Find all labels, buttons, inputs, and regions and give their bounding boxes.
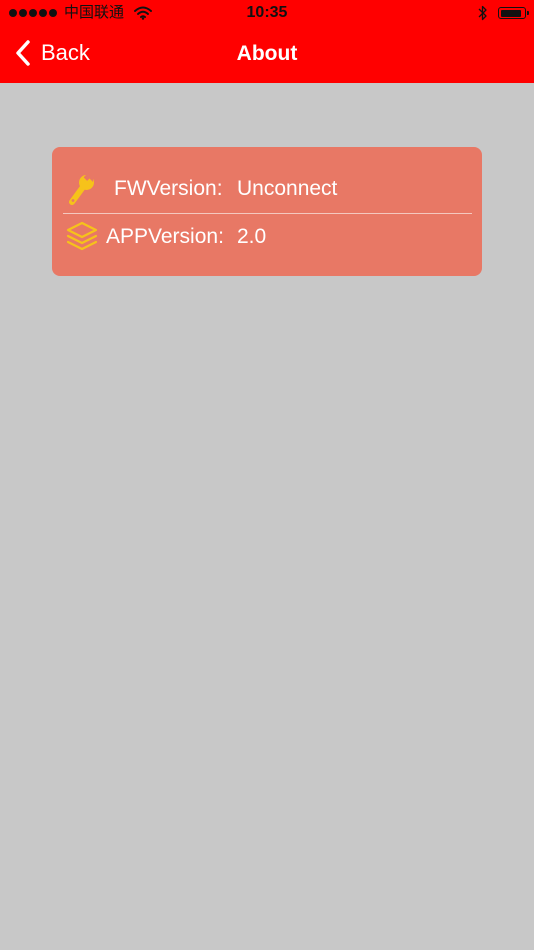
fw-version-value: Unconnect <box>237 177 338 200</box>
battery-icon <box>498 7 529 19</box>
layers-icon <box>66 221 98 251</box>
about-info-card: FWVersion: Unconnect APPVersion: 2.0 <box>52 147 482 276</box>
row-divider <box>63 213 472 214</box>
wrench-icon <box>69 173 94 205</box>
nav-bar: Back About <box>0 27 534 83</box>
fw-version-label: FWVersion: <box>114 177 223 200</box>
status-time: 10:35 <box>246 4 288 21</box>
about-screen: 中国联通 10:35 Back About FWVersion: Unconne… <box>0 0 534 950</box>
app-version-row: APPVersion: 2.0 <box>52 217 482 255</box>
app-version-value: 2.0 <box>237 225 267 248</box>
page-title: About <box>236 42 298 65</box>
status-right <box>478 5 529 21</box>
header: 中国联通 10:35 Back About <box>0 0 534 83</box>
fw-version-row: FWVersion: Unconnect <box>52 169 482 207</box>
bluetooth-icon <box>478 5 487 21</box>
status-bar: 中国联通 10:35 <box>0 0 534 27</box>
app-version-label: APPVersion: <box>106 225 224 248</box>
